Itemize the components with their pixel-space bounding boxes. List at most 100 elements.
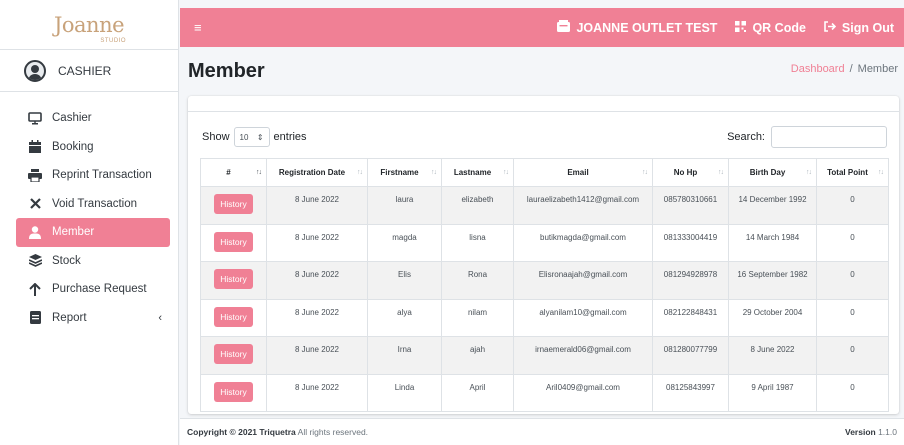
sidebar-item-label: Reprint Transaction <box>52 169 152 182</box>
history-button[interactable]: History <box>214 269 253 289</box>
sign-out-icon <box>824 20 837 35</box>
cell-firstname: Linda <box>367 373 442 412</box>
column-header-no-hp[interactable]: No Hp ↑↓ <box>652 158 729 187</box>
monitor-icon <box>28 111 42 125</box>
cell-no-hp: 08125843997 <box>652 373 729 412</box>
cell-total-point: 0 <box>816 336 889 375</box>
footer-rights: All rights reserved. <box>295 427 369 437</box>
table-row: History 8 June 2022 alya nilam alyanilam… <box>200 298 889 337</box>
history-button[interactable]: History <box>214 194 253 214</box>
sidebar-item-purchase-request[interactable]: Purchase Request <box>16 275 170 304</box>
x-icon <box>28 197 42 211</box>
column-header-firstname[interactable]: Firstname ↑↓ <box>367 158 442 187</box>
cell-registration-date: 8 June 2022 <box>266 373 368 412</box>
sort-icon: ↑↓ <box>256 169 262 176</box>
cell-birth-day: 29 October 2004 <box>728 298 817 337</box>
user-name: CASHIER <box>58 63 112 78</box>
page-title: Member <box>188 60 265 82</box>
hamburger-menu-icon[interactable]: ≡ <box>194 20 202 35</box>
calendar-icon <box>28 140 42 154</box>
history-button[interactable]: History <box>214 381 253 402</box>
cell-total-point: 0 <box>816 298 889 337</box>
footer-copyright-owner[interactable]: Copyright © 2021 Triquetra <box>187 427 296 437</box>
user-panel[interactable]: CASHIER <box>0 50 178 92</box>
history-button[interactable]: History <box>214 344 253 364</box>
cell-email: alyanilam10@gmail.com <box>513 298 653 337</box>
members-table: # ↑↓ Registration Date ↑↓ Firstname ↑↓ Last… <box>200 158 889 412</box>
entries-label: entries <box>273 131 307 143</box>
cell-no-hp: 085780310661 <box>652 186 729 225</box>
column-header-birth-day[interactable]: Birth Day ↑↓ <box>728 158 817 187</box>
breadcrumb-separator: / <box>849 63 853 75</box>
qr-code-label: QR Code <box>752 20 806 35</box>
cell-email: irnaemerald06@gmail.com <box>513 336 653 375</box>
table-row: History 8 June 2022 laura elizabeth laur… <box>200 186 889 225</box>
cell-lastname: lisna <box>441 223 514 262</box>
layers-icon <box>28 254 42 268</box>
user-icon <box>28 225 42 239</box>
cell-birth-day: 8 June 2022 <box>728 336 817 375</box>
footer-version-number: 1.1.0 <box>875 427 897 437</box>
sort-icon: ↑↓ <box>718 169 724 176</box>
entries-length-value: 10 <box>239 132 249 142</box>
avatar <box>24 59 46 82</box>
sign-out-link[interactable]: Sign Out <box>824 21 894 35</box>
qr-code-icon <box>735 20 747 35</box>
cell-email: butikmagda@gmail.com <box>513 223 653 262</box>
arrow-up-icon <box>28 282 42 296</box>
table-controls: Show 10 ⇕ entries Search: <box>202 126 887 148</box>
sort-icon: ↑↓ <box>642 169 648 176</box>
cell-registration-date: 8 June 2022 <box>266 186 368 225</box>
cell-firstname: magda <box>367 223 442 262</box>
table-row: History 8 June 2022 Linda April Aril0409… <box>200 373 889 412</box>
cell-no-hp: 081333004419 <box>652 223 729 262</box>
entries-length-select[interactable]: 10 ⇕ <box>233 127 270 147</box>
cell-birth-day: 14 December 1992 <box>728 186 817 225</box>
cell-registration-date: 8 June 2022 <box>266 336 368 375</box>
qr-code-link[interactable]: QR Code <box>735 20 806 35</box>
brand-logo-sub: STUDIO <box>100 37 127 44</box>
sort-icon: ↑↓ <box>806 169 812 176</box>
cell-lastname: nilam <box>441 298 514 337</box>
column-header-registration-date[interactable]: Registration Date ↑↓ <box>266 158 368 187</box>
column-header-number[interactable]: # ↑↓ <box>200 158 267 187</box>
search-label: Search: <box>727 131 765 143</box>
column-header-email[interactable]: Email ↑↓ <box>513 158 653 187</box>
table-row: History 8 June 2022 Irna ajah irnaemeral… <box>200 336 889 375</box>
table-row: History 8 June 2022 Elis Rona Elisronaaj… <box>200 261 889 300</box>
topbar-links: JOANNE OUTLET TEST QR Code Sign Out <box>557 20 904 35</box>
cell-registration-date: 8 June 2022 <box>266 261 368 300</box>
history-button[interactable]: History <box>214 306 253 327</box>
select-arrows-icon: ⇕ <box>256 132 264 142</box>
sidebar-item-member[interactable]: Member <box>16 218 170 247</box>
column-header-total-point[interactable]: Total Point ↑↓ <box>816 158 889 187</box>
cell-total-point: 0 <box>816 373 889 412</box>
cell-lastname: Rona <box>441 261 514 300</box>
search-wrap: Search: <box>727 126 887 148</box>
breadcrumb-dashboard-link[interactable]: Dashboard <box>791 63 845 75</box>
store-link[interactable]: JOANNE OUTLET TEST <box>557 20 717 35</box>
sidebar-item-booking[interactable]: Booking <box>16 133 170 162</box>
brand-logo-text: Joanne <box>53 12 125 37</box>
brand-logo-area[interactable]: Joanne STUDIO <box>0 0 178 50</box>
cell-lastname: ajah <box>441 336 514 375</box>
sidebar-item-label: Void Transaction <box>52 197 138 210</box>
footer-copyright: Copyright © 2021 Triquetra All rights re… <box>187 427 368 437</box>
sort-icon: ↑↓ <box>431 169 437 176</box>
cell-no-hp: 081280077799 <box>652 336 729 375</box>
sidebar-item-stock[interactable]: Stock <box>16 247 170 276</box>
sidebar-item-report[interactable]: Report ‹ <box>16 304 170 333</box>
sidebar-item-cashier[interactable]: Cashier <box>16 104 170 133</box>
sidebar-item-label: Cashier <box>52 112 92 125</box>
sidebar-item-void-transaction[interactable]: Void Transaction <box>16 190 170 219</box>
column-header-lastname[interactable]: Lastname ↑↓ <box>441 158 514 187</box>
sidebar-item-label: Stock <box>52 254 81 267</box>
search-input[interactable] <box>771 126 887 148</box>
cell-no-hp: 082122848431 <box>652 298 729 337</box>
sidebar-item-reprint-transaction[interactable]: Reprint Transaction <box>16 161 170 190</box>
footer: Copyright © 2021 Triquetra All rights re… <box>180 418 904 445</box>
sidebar: Joanne STUDIO CASHIER Cashier Booking Re… <box>0 0 179 445</box>
footer-version-label: Version <box>845 427 876 437</box>
cell-lastname: April <box>441 373 514 412</box>
history-button[interactable]: History <box>214 231 253 252</box>
